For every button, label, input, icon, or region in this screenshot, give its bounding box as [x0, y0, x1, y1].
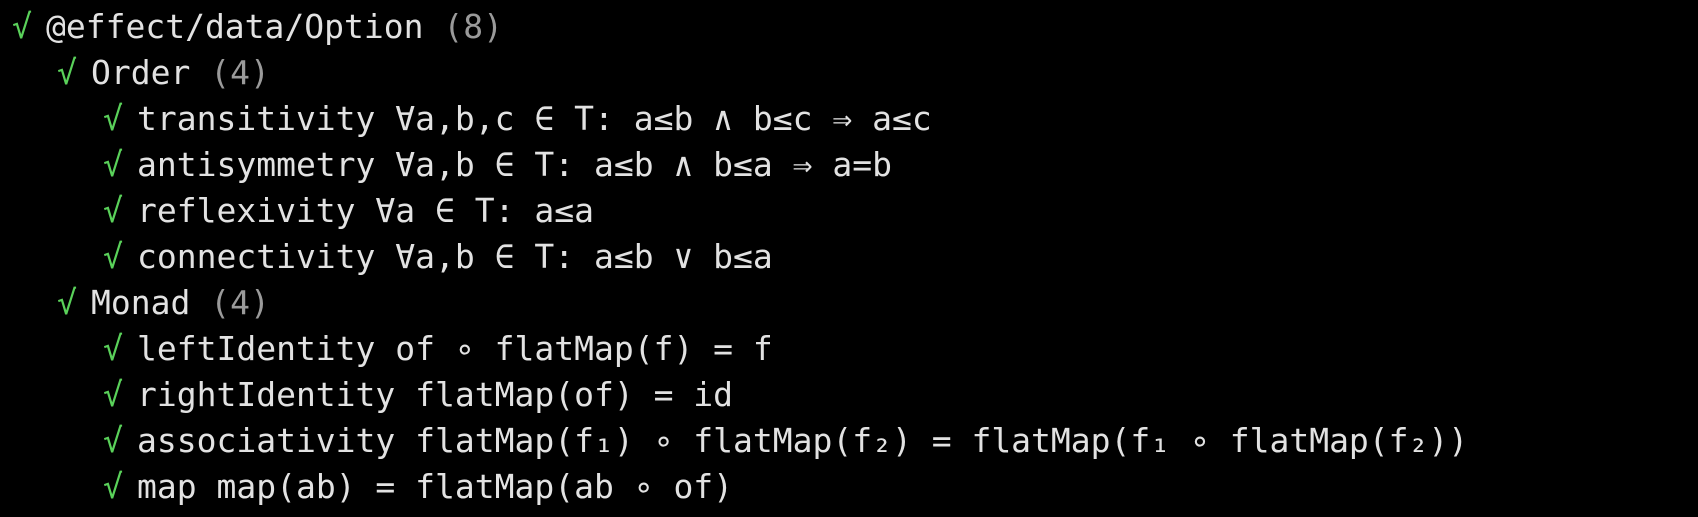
- group-name: Monad: [91, 283, 191, 322]
- test-line: √ rightIdentity flatMap(of) = id: [0, 372, 1698, 418]
- check-icon: √: [12, 7, 32, 46]
- check-icon: √: [103, 237, 123, 276]
- group-line-order: √ Order (4): [0, 50, 1698, 96]
- test-name: map: [137, 467, 197, 506]
- test-line: √ leftIdentity of ∘ flatMap(f) = f: [0, 326, 1698, 372]
- test-name: associativity: [137, 421, 396, 460]
- check-icon: √: [57, 53, 77, 92]
- check-icon: √: [103, 99, 123, 138]
- test-line: √ antisymmetry ∀a,b ∈ T: a≤b ∧ b≤a ⇒ a=b: [0, 142, 1698, 188]
- check-icon: √: [103, 329, 123, 368]
- test-line: √ map map(ab) = flatMap(ab ∘ of): [0, 464, 1698, 510]
- test-formula: map(ab) = flatMap(ab ∘ of): [216, 467, 734, 506]
- test-formula: ∀a,b ∈ T: a≤b ∧ b≤a ⇒ a=b: [395, 145, 892, 184]
- check-icon: √: [103, 421, 123, 460]
- test-formula: of ∘ flatMap(f) = f: [395, 329, 773, 368]
- test-name: reflexivity: [137, 191, 356, 230]
- test-formula: ∀a ∈ T: a≤a: [375, 191, 594, 230]
- terminal-output: √ @effect/data/Option (8) √ Order (4) √ tra…: [0, 0, 1698, 517]
- group-count: (4): [210, 283, 270, 322]
- test-line: √ reflexivity ∀a ∈ T: a≤a: [0, 188, 1698, 234]
- check-icon: √: [103, 191, 123, 230]
- test-formula: flatMap(f₁) ∘ flatMap(f₂) = flatMap(f₁ ∘…: [415, 421, 1469, 460]
- test-line: √ associativity flatMap(f₁) ∘ flatMap(f₂)…: [0, 418, 1698, 464]
- suite-name: @effect/data/Option: [46, 7, 424, 46]
- test-name: leftIdentity: [137, 329, 376, 368]
- test-formula: flatMap(of) = id: [415, 375, 734, 414]
- test-line: √ transitivity ∀a,b,c ∈ T: a≤b ∧ b≤c ⇒ a≤…: [0, 96, 1698, 142]
- test-formula: ∀a,b,c ∈ T: a≤b ∧ b≤c ⇒ a≤c: [395, 99, 932, 138]
- check-icon: √: [103, 375, 123, 414]
- check-icon: √: [103, 145, 123, 184]
- test-name: connectivity: [137, 237, 376, 276]
- group-count: (4): [210, 53, 270, 92]
- test-name: antisymmetry: [137, 145, 376, 184]
- group-name: Order: [91, 53, 191, 92]
- suite-count: (8): [443, 7, 503, 46]
- group-line-monad: √ Monad (4): [0, 280, 1698, 326]
- test-line: √ connectivity ∀a,b ∈ T: a≤b ∨ b≤a: [0, 234, 1698, 280]
- test-formula: ∀a,b ∈ T: a≤b ∨ b≤a: [395, 237, 773, 276]
- check-icon: √: [103, 467, 123, 506]
- test-name: transitivity: [137, 99, 376, 138]
- check-icon: √: [57, 283, 77, 322]
- test-name: rightIdentity: [137, 375, 396, 414]
- suite-line: √ @effect/data/Option (8): [0, 4, 1698, 50]
